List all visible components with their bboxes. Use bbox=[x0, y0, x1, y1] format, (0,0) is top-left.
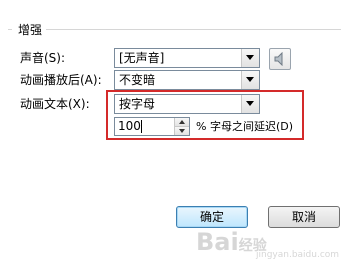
animate-text-dropdown[interactable]: 按字母 bbox=[114, 94, 260, 114]
after-animation-dropdown-button[interactable] bbox=[241, 71, 259, 89]
delay-value: 100 bbox=[118, 119, 141, 133]
delay-suffix-label: % 字母之间延迟(D) bbox=[196, 120, 294, 133]
animate-text-dropdown-button[interactable] bbox=[241, 95, 259, 113]
sound-label: 声音(S): bbox=[20, 51, 66, 65]
after-animation-dropdown[interactable]: 不变暗 bbox=[114, 70, 260, 90]
spin-arrows-icon bbox=[174, 118, 189, 135]
sound-dropdown[interactable]: [无声音] bbox=[114, 48, 260, 68]
spin-up-button[interactable] bbox=[175, 118, 189, 127]
sound-dropdown-value: [无声音] bbox=[119, 51, 165, 65]
effect-options-dialog: 增强 声音(S): [无声音] 动画播放后(A): 不变暗 动画文本(X): 按… bbox=[0, 0, 349, 269]
chevron-down-icon bbox=[246, 55, 254, 60]
chevron-up-icon bbox=[179, 120, 185, 124]
animate-text-label: 动画文本(X): bbox=[20, 97, 90, 111]
watermark-url: jingyan.baidu.com bbox=[256, 250, 340, 260]
speaker-icon bbox=[274, 52, 283, 66]
chevron-down-icon bbox=[246, 77, 254, 82]
chevron-down-icon bbox=[246, 101, 254, 106]
group-divider bbox=[8, 29, 341, 30]
text-caret bbox=[141, 120, 142, 133]
after-animation-label: 动画播放后(A): bbox=[20, 73, 102, 87]
spin-down-button[interactable] bbox=[175, 127, 189, 135]
animate-text-dropdown-value: 按字母 bbox=[119, 97, 156, 111]
after-animation-dropdown-value: 不变暗 bbox=[119, 73, 156, 87]
group-title: 增强 bbox=[12, 21, 47, 38]
sound-preview-button[interactable] bbox=[269, 48, 291, 70]
cancel-button[interactable]: 取消 bbox=[268, 206, 340, 228]
chevron-down-icon bbox=[179, 129, 185, 133]
ok-button[interactable]: 确定 bbox=[176, 206, 248, 228]
baidu-watermark: Bai经验 jingyan.baidu.com bbox=[196, 228, 346, 262]
delay-spinner[interactable]: 100 bbox=[114, 117, 190, 136]
sound-dropdown-button[interactable] bbox=[241, 49, 259, 67]
